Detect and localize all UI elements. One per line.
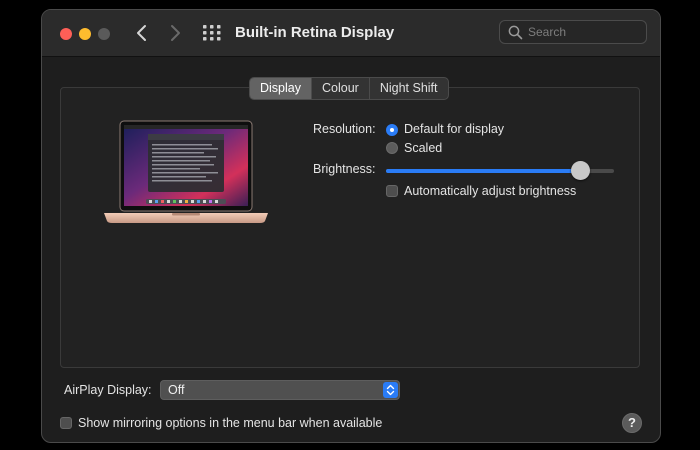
airplay-display-value: Off xyxy=(168,383,185,397)
radio-default-for-display[interactable] xyxy=(386,124,398,136)
radio-label-default: Default for display xyxy=(404,122,505,136)
brightness-label: Brightness: xyxy=(313,162,376,176)
tab-display[interactable]: Display xyxy=(250,78,312,99)
display-preferences-window: Built-in Retina Display Display Colour N… xyxy=(41,9,661,443)
airplay-display-label: AirPlay Display: xyxy=(64,383,152,397)
resolution-label: Resolution: xyxy=(313,122,376,136)
airplay-display-select[interactable]: Off xyxy=(160,380,400,400)
chevron-left-icon xyxy=(137,25,146,41)
brightness-slider-knob[interactable] xyxy=(570,161,590,180)
tab-colour[interactable]: Colour xyxy=(312,78,370,99)
window-title: Built-in Retina Display xyxy=(235,24,395,41)
auto-brightness-label: Automatically adjust brightness xyxy=(404,184,577,198)
forward-button[interactable] xyxy=(165,22,185,44)
close-button[interactable] xyxy=(60,28,72,40)
grid-icon xyxy=(203,25,221,41)
laptop-icon xyxy=(104,120,268,223)
zoom-button[interactable] xyxy=(98,28,110,40)
mirroring-options-label: Show mirroring options in the menu bar w… xyxy=(78,416,383,430)
tab-night-shift[interactable]: Night Shift xyxy=(370,78,448,99)
minimize-button[interactable] xyxy=(79,28,91,40)
radio-scaled[interactable] xyxy=(386,142,398,154)
search-field[interactable] xyxy=(499,20,647,44)
back-button[interactable] xyxy=(132,22,152,44)
show-all-button[interactable] xyxy=(203,25,221,41)
tab-bar: Display Colour Night Shift xyxy=(249,77,449,100)
chevron-right-icon xyxy=(171,25,180,41)
mirroring-options-checkbox[interactable] xyxy=(60,417,72,429)
help-icon[interactable]: ? xyxy=(622,413,642,433)
brightness-slider-fill xyxy=(386,169,580,173)
brightness-slider[interactable] xyxy=(386,161,614,180)
titlebar: Built-in Retina Display xyxy=(42,10,660,57)
search-icon xyxy=(508,25,523,40)
auto-brightness-checkbox[interactable] xyxy=(386,185,398,197)
radio-label-scaled: Scaled xyxy=(404,141,443,155)
chevron-up-down-icon xyxy=(386,384,395,396)
select-stepper xyxy=(383,382,398,398)
search-input[interactable] xyxy=(528,23,638,41)
